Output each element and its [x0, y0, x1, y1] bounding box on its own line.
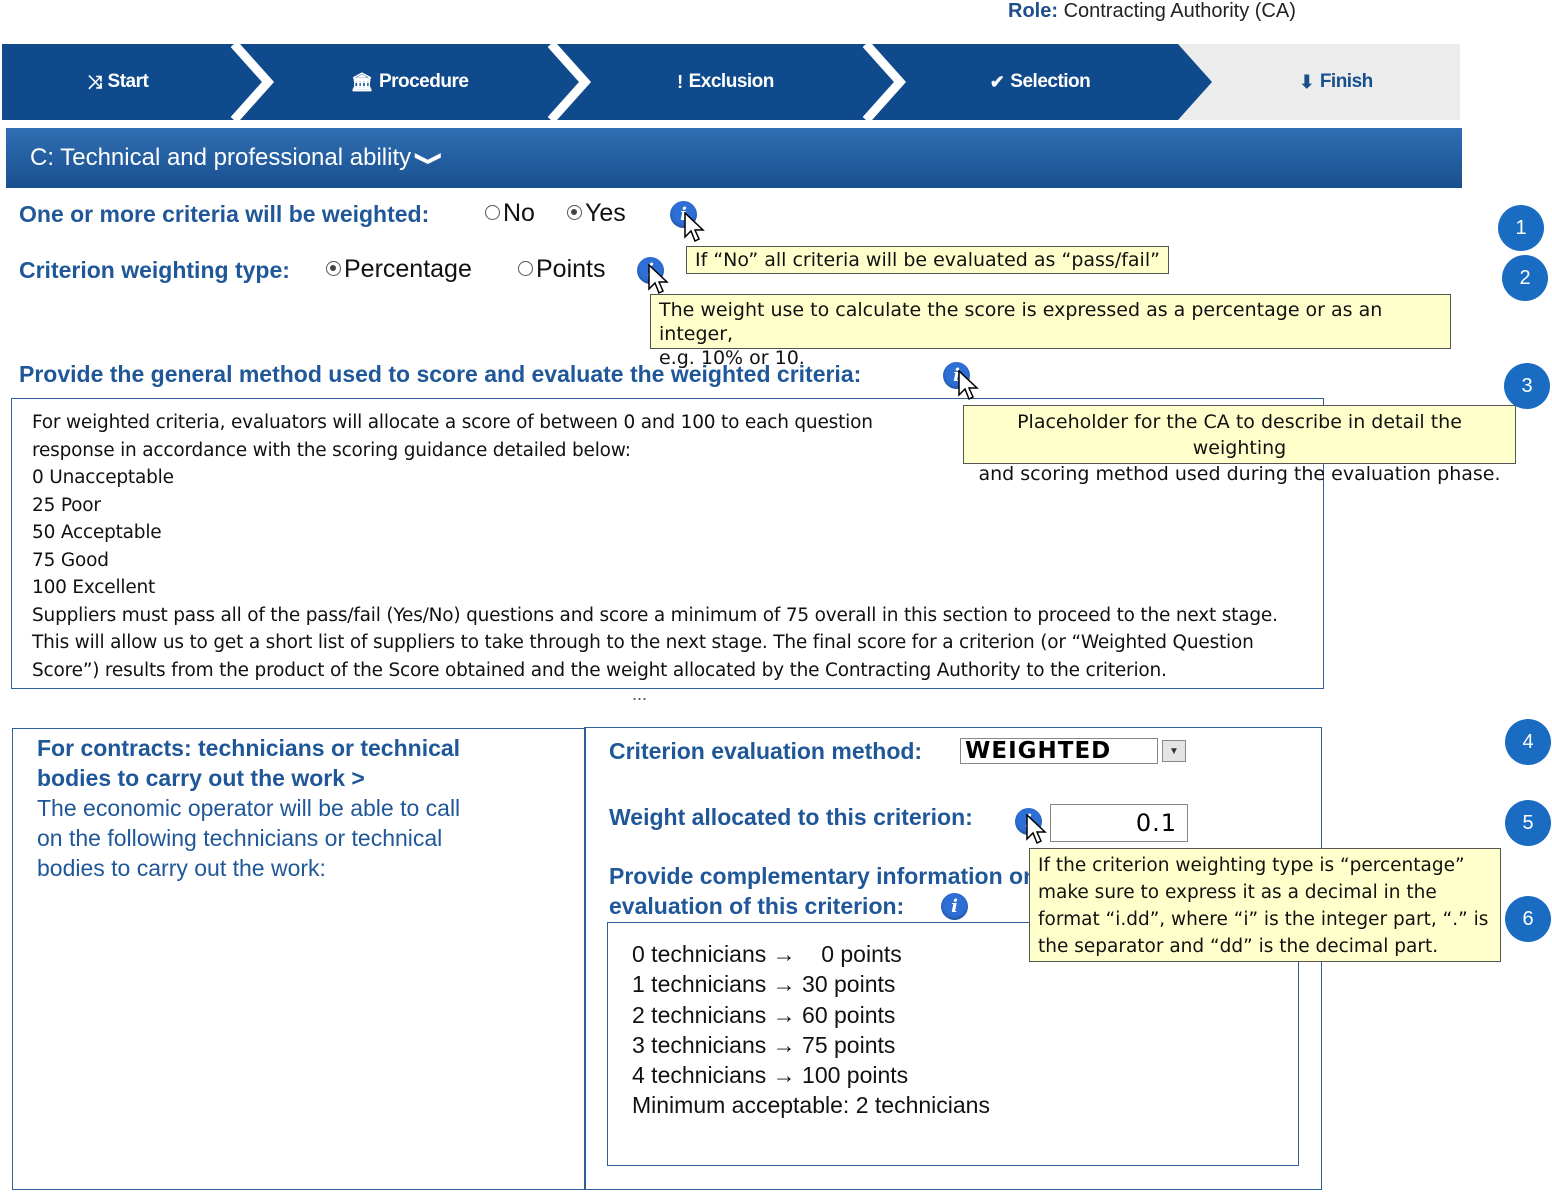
exclamation-icon: !: [677, 71, 683, 92]
info-icon[interactable]: i: [670, 201, 697, 228]
info-icon[interactable]: i: [637, 257, 664, 284]
section-title: C: Technical and professional ability: [30, 144, 412, 171]
wizard-progress-bar: ⤨ Start 🏛 Procedure ! Exclusion ✔ Select…: [2, 44, 1460, 120]
tooltip-line: make sure to express it as a decimal in …: [1038, 882, 1437, 903]
criterion-title-line: bodies to carry out the work >: [37, 765, 365, 791]
method-line: 50 Acceptable: [32, 522, 162, 543]
radio-no-label: No: [503, 199, 535, 227]
ellipsis: ...: [632, 684, 648, 704]
criterion-title[interactable]: For contracts: technicians or technical …: [37, 733, 561, 793]
complementary-line: 1 technicians → 30 points: [632, 971, 896, 998]
radio-no-circle[interactable]: [485, 204, 500, 220]
role-value: Contracting Authority (CA): [1063, 0, 1296, 22]
complementary-label-line: Provide complementary information on the: [609, 863, 1079, 889]
criterion-desc-line: The economic operator will be able to ca…: [37, 795, 461, 821]
wizard-step-finish[interactable]: ⬇ Finish: [1212, 44, 1460, 120]
callout-badge-6: 6: [1505, 896, 1551, 942]
method-line: Score”) results from the product of the …: [32, 659, 1167, 681]
tooltip-weighting-type: The weight use to calculate the score is…: [650, 294, 1451, 369]
wizard-step-selection[interactable]: ✔ Selection: [900, 44, 1180, 120]
criterion-desc-line: on the following technicians or technica…: [37, 825, 443, 851]
wizard-step-label: Selection: [1010, 71, 1091, 92]
download-icon: ⬇: [1299, 71, 1314, 92]
wizard-step-label: Procedure: [378, 71, 469, 92]
wizard-step-label: Start: [107, 71, 149, 92]
radio-yes-label: Yes: [585, 199, 626, 227]
complementary-info-label: Provide complementary information on the…: [609, 861, 1078, 921]
wizard-step-label: Finish: [1319, 71, 1373, 92]
method-line: 25 Poor: [32, 494, 101, 516]
bank-icon: 🏛: [350, 71, 374, 92]
role-label: Role:: [1008, 0, 1058, 22]
info-icon[interactable]: i: [941, 893, 968, 920]
chevron-down-icon: ❯: [414, 149, 444, 167]
radio-percentage[interactable]: Percentage: [326, 255, 472, 284]
weighting-type-label: Criterion weighting type:: [19, 257, 290, 283]
radio-points-circle[interactable]: [518, 260, 533, 276]
complementary-line: 3 technicians → 75 points: [632, 1031, 896, 1058]
callout-badge-5: 5: [1505, 800, 1551, 846]
tooltip-line: Placeholder for the CA to describe in de…: [1017, 411, 1462, 459]
wizard-step-procedure[interactable]: 🏛 Procedure: [268, 44, 551, 120]
tooltip-weight: If the criterion weighting type is “perc…: [1029, 848, 1501, 962]
info-icon[interactable]: i: [1015, 808, 1042, 835]
complementary-line: 4 technicians → 100 points: [632, 1062, 909, 1089]
weighted-question-label: One or more criteria will be weighted:: [19, 201, 430, 227]
radio-percentage-label: Percentage: [344, 255, 472, 283]
tooltip-line: the separator and “dd” is the decimal pa…: [1038, 936, 1439, 957]
method-line: This will allow us to get a short list o…: [32, 632, 1254, 653]
tooltip-line: The weight use to calculate the score is…: [659, 299, 1383, 345]
dropdown-arrow-icon[interactable]: ▼: [1162, 740, 1186, 762]
tooltip-weighted: If “No” all criteria will be evaluated a…: [686, 246, 1169, 274]
weight-label: Weight allocated to this criterion:: [609, 804, 973, 830]
callout-badge-1: 1: [1498, 205, 1544, 251]
complementary-line: Minimum acceptable: 2 technicians: [632, 1092, 990, 1119]
evaluation-method-select[interactable]: WEIGHTED: [960, 738, 1158, 764]
tooltip-general-method: Placeholder for the CA to describe in de…: [963, 405, 1516, 485]
method-line: Suppliers must pass all of the pass/fail…: [32, 604, 1278, 626]
wizard-step-start[interactable]: ⤨ Start: [2, 44, 234, 120]
section-header-technical-ability[interactable]: C: Technical and professional ability ❯: [6, 128, 1462, 188]
radio-percentage-circle[interactable]: [326, 260, 341, 276]
tooltip-line: format “i.dd”, where “i” is the integer …: [1038, 909, 1489, 930]
criterion-title-line: For contracts: technicians or technical: [37, 735, 461, 761]
complementary-label-line: evaluation of this criterion:: [609, 893, 905, 919]
callout-badge-2: 2: [1502, 255, 1548, 301]
role-indicator: Role: Contracting Authority (CA): [1008, 0, 1296, 23]
method-line: 75 Good: [32, 549, 109, 571]
check-circle-icon: ✔: [989, 71, 1005, 92]
radio-yes[interactable]: Yes: [567, 199, 626, 228]
wizard-step-exclusion[interactable]: ! Exclusion: [585, 44, 866, 120]
callout-badge-3: 3: [1504, 363, 1550, 409]
criterion-desc-line: bodies to carry out the work:: [37, 855, 326, 881]
wizard-step-label: Exclusion: [688, 71, 775, 92]
radio-points-label: Points: [536, 255, 606, 283]
tooltip-line: and scoring method used during the evalu…: [978, 463, 1501, 485]
radio-yes-circle[interactable]: [567, 204, 582, 220]
evaluation-method-label: Criterion evaluation method:: [609, 738, 923, 764]
criterion-description-panel: For contracts: technicians or technical …: [12, 728, 586, 1190]
criterion-description: The economic operator will be able to ca…: [37, 793, 561, 883]
general-method-label: Provide the general method used to score…: [19, 361, 862, 387]
complementary-line: 2 technicians → 60 points: [632, 1001, 896, 1028]
radio-no[interactable]: No: [485, 199, 535, 228]
shuffle-icon: ⤨: [87, 71, 102, 92]
info-icon[interactable]: i: [943, 362, 970, 389]
radio-points[interactable]: Points: [518, 255, 605, 284]
callout-badge-4: 4: [1505, 719, 1551, 765]
weight-input[interactable]: 0.1: [1050, 804, 1188, 842]
tooltip-line: If the criterion weighting type is “perc…: [1038, 855, 1465, 876]
method-line: 100 Excellent: [32, 577, 156, 598]
